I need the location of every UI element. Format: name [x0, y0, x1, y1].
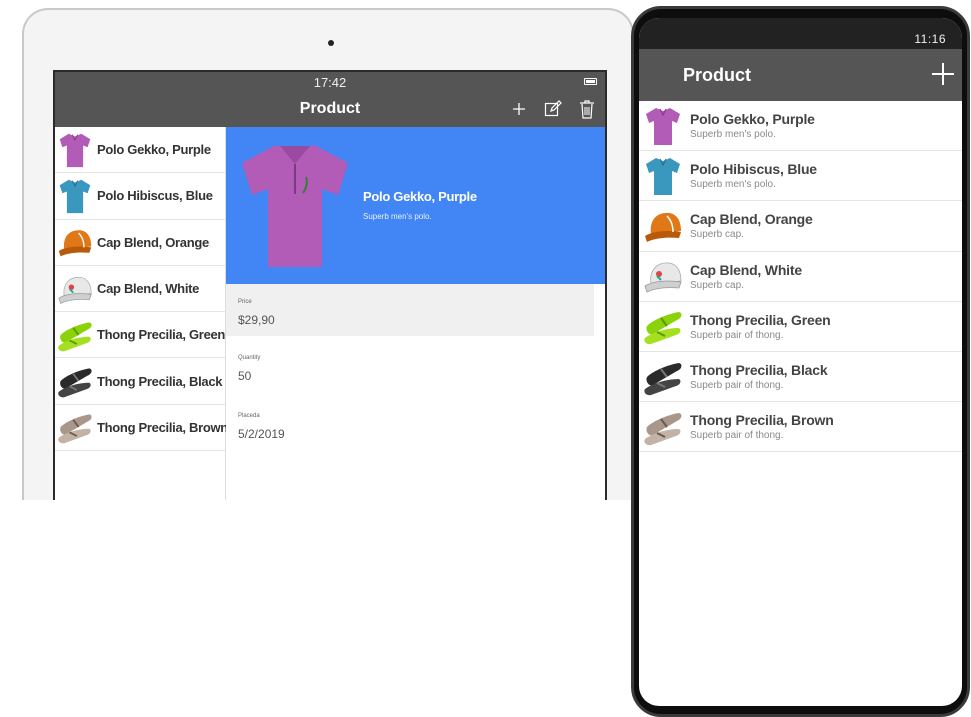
- trash-icon: [580, 100, 594, 119]
- tablet-camera: [328, 40, 334, 46]
- list-item[interactable]: Cap Blend, White: [55, 266, 225, 313]
- quantity-field[interactable]: Quantity 50: [226, 340, 594, 392]
- phone-status-time: 11:16: [914, 32, 946, 46]
- list-item[interactable]: Thong Precilia, Brown Superb pair of thon…: [639, 402, 962, 453]
- list-item-subtitle: Superb pair of thong.: [690, 380, 784, 392]
- list-item-label: Polo Gekko, Purple: [97, 142, 211, 158]
- quantity-label: Quantity: [238, 355, 261, 361]
- polo-shirt-icon: [59, 133, 91, 167]
- list-item-subtitle: Superb pair of thong.: [690, 329, 784, 341]
- phone-page-title: Product: [683, 65, 752, 85]
- flip-flop-icon: [58, 368, 92, 398]
- delete-button[interactable]: [577, 98, 597, 120]
- list-item[interactable]: Polo Hibiscus, Blue: [55, 173, 225, 220]
- tablet-crop: [0, 500, 640, 540]
- add-button[interactable]: [509, 98, 529, 120]
- cap-icon: [58, 276, 92, 304]
- tablet-status-time: 17:42: [313, 75, 347, 90]
- list-item-label: Thong Precilia, Green: [97, 327, 226, 343]
- edit-icon: [544, 100, 562, 117]
- list-item-title: Polo Gekko, Purple: [690, 111, 815, 128]
- cap-icon: [645, 212, 681, 242]
- date-value: 5/2/2019: [238, 427, 285, 441]
- tablet-screen: 17:42 Product Polo Gekko, Purple Polo Hi…: [53, 70, 607, 510]
- flip-flop-icon: [644, 412, 682, 445]
- tablet-app-header: 17:42 Product: [55, 72, 605, 127]
- list-item-title: Thong Precilia, Brown: [690, 412, 834, 429]
- list-item-subtitle: Superb cap.: [690, 229, 744, 241]
- list-item[interactable]: Thong Precilia, Green Superb pair of thon…: [639, 302, 962, 352]
- cap-icon: [58, 230, 92, 257]
- list-item-title: Cap Blend, Orange: [690, 211, 813, 228]
- list-item[interactable]: Thong Precilia, Brown: [55, 405, 228, 452]
- phone-screen: 11:16 Product Polo Gekko, Purple Superb m…: [639, 18, 962, 706]
- list-item-subtitle: Superb cap.: [690, 279, 744, 291]
- cap-icon: [644, 262, 682, 293]
- list-item[interactable]: Cap Blend, Orange: [55, 220, 225, 266]
- list-item-title: Polo Hibiscus, Blue: [690, 161, 817, 178]
- list-item-label: Thong Precilia, Brown: [97, 419, 228, 435]
- polo-shirt-image: [242, 145, 348, 267]
- list-item-title: Thong Precilia, Green: [690, 311, 831, 328]
- flip-flop-icon: [644, 312, 682, 345]
- list-item[interactable]: Polo Gekko, Purple: [55, 127, 225, 174]
- list-item-title: Cap Blend, White: [690, 261, 802, 278]
- tablet-toolbar: [509, 98, 597, 120]
- list-item-label: Thong Precilia, Black: [97, 373, 223, 389]
- list-item-subtitle: Superb men's polo.: [690, 129, 776, 141]
- quantity-value: 50: [238, 369, 252, 383]
- tablet-product-detail: Polo Gekko, Purple Superb men's polo. Pr…: [226, 127, 605, 510]
- phone-product-list: Polo Gekko, Purple Superb men's polo. Pol…: [639, 101, 962, 453]
- list-item-subtitle: Superb pair of thong.: [690, 430, 784, 442]
- polo-shirt-icon: [646, 157, 680, 195]
- phone-device: 11:16 Product Polo Gekko, Purple Superb m…: [631, 6, 970, 717]
- list-item[interactable]: Cap Blend, White Superb cap.: [639, 252, 962, 302]
- list-item[interactable]: Cap Blend, Orange Superb cap.: [639, 201, 962, 252]
- price-field[interactable]: Price $29,90: [226, 284, 594, 336]
- tablet-product-list: Polo Gekko, Purple Polo Hibiscus, Blue C…: [55, 127, 228, 510]
- list-item[interactable]: Thong Precilia, Black: [55, 358, 225, 405]
- plus-icon[interactable]: [929, 60, 957, 88]
- list-item-label: Cap Blend, White: [97, 281, 200, 297]
- date-field[interactable]: Placeda 5/2/2019: [226, 398, 594, 450]
- battery-icon: [584, 78, 597, 85]
- date-label: Placeda: [238, 413, 260, 419]
- edit-button[interactable]: [543, 98, 563, 120]
- list-item-title: Thong Precilia, Black: [690, 362, 828, 379]
- plus-icon: [513, 103, 525, 115]
- list-item[interactable]: Thong Precilia, Green: [55, 312, 226, 359]
- phone-app-header: Product: [639, 49, 962, 101]
- product-hero: Polo Gekko, Purple Superb men's polo.: [226, 127, 605, 284]
- price-value: $29,90: [238, 313, 275, 327]
- flip-flop-icon: [644, 362, 682, 395]
- list-item[interactable]: Polo Hibiscus, Blue Superb men's polo.: [639, 151, 962, 202]
- product-description: Superb men's polo.: [363, 212, 432, 221]
- tablet-device: 17:42 Product Polo Gekko, Purple Polo Hi…: [22, 8, 634, 528]
- list-item-label: Cap Blend, Orange: [97, 234, 209, 250]
- list-item[interactable]: Polo Gekko, Purple Superb men's polo.: [639, 101, 962, 152]
- flip-flop-icon: [58, 322, 92, 352]
- polo-shirt-icon: [646, 107, 680, 145]
- polo-shirt-icon: [59, 179, 91, 214]
- phone-status-bar: 11:16: [639, 18, 962, 49]
- list-item[interactable]: Thong Precilia, Black Superb pair of thon…: [639, 352, 962, 403]
- flip-flop-icon: [58, 414, 92, 444]
- price-label: Price: [238, 299, 252, 305]
- product-name: Polo Gekko, Purple: [363, 189, 477, 204]
- list-item-label: Polo Hibiscus, Blue: [97, 188, 213, 204]
- list-item-subtitle: Superb men's polo.: [690, 179, 776, 191]
